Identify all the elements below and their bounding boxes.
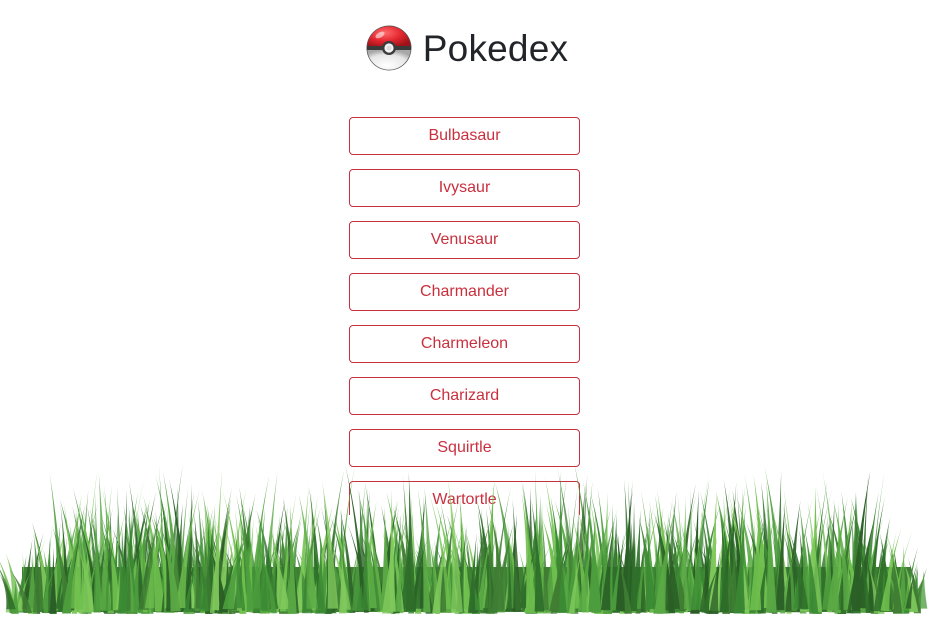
pokemon-list: Bulbasaur Ivysaur Venusaur Charmander Charme…: [349, 117, 580, 515]
page: Pokedex Bulbasaur Ivysaur Venusaur Charmand…: [0, 0, 933, 617]
page-title: Pokedex: [422, 27, 569, 69]
pokemon-button[interactable]: Wartortle: [349, 481, 580, 515]
pokeball-icon: [366, 25, 412, 71]
pokemon-button[interactable]: Ivysaur: [349, 169, 580, 207]
pokemon-button[interactable]: Charmeleon: [349, 325, 580, 363]
pokemon-button[interactable]: Charizard: [349, 377, 580, 415]
header: Pokedex: [0, 22, 933, 74]
pokemon-button[interactable]: Venusaur: [349, 221, 580, 259]
pokemon-button[interactable]: Bulbasaur: [349, 117, 580, 155]
pokemon-button[interactable]: Charmander: [349, 273, 580, 311]
pokemon-button[interactable]: Squirtle: [349, 429, 580, 467]
